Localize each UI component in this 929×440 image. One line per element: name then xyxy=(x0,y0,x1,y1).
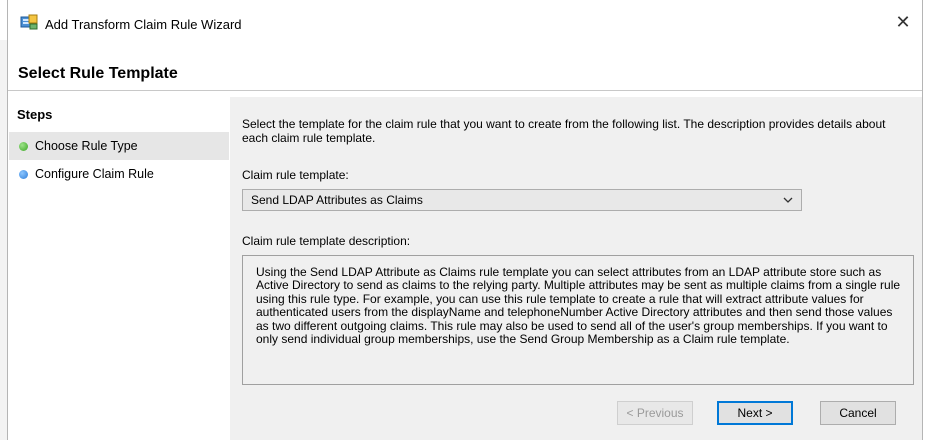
step-choose-rule-type[interactable]: Choose Rule Type xyxy=(9,132,229,160)
previous-button[interactable]: < Previous xyxy=(617,401,693,425)
server-network-icon xyxy=(20,14,38,30)
close-button[interactable]: ✕ xyxy=(888,8,918,36)
template-label: Claim rule template: xyxy=(242,168,349,182)
description-text: Using the Send LDAP Attribute as Claims … xyxy=(256,265,901,347)
page-title: Select Rule Template xyxy=(18,65,178,82)
step-label: Choose Rule Type xyxy=(35,139,138,153)
steps-heading: Steps xyxy=(17,107,53,122)
claim-rule-template-select[interactable]: Send LDAP Attributes as Claims xyxy=(242,189,802,211)
main-content: Select the template for the claim rule t… xyxy=(230,97,922,440)
status-dot-icon xyxy=(19,169,28,179)
wizard-dialog: Add Transform Claim Rule Wizard ✕ Select… xyxy=(7,0,923,440)
title-bar[interactable]: Add Transform Claim Rule Wizard ✕ xyxy=(8,0,922,40)
description-label: Claim rule template description: xyxy=(242,234,411,248)
chevron-down-icon xyxy=(783,197,793,203)
description-box: Using the Send LDAP Attribute as Claims … xyxy=(242,255,914,385)
close-icon: ✕ xyxy=(895,12,911,32)
template-selected-value: Send LDAP Attributes as Claims xyxy=(251,193,423,207)
cancel-button[interactable]: Cancel xyxy=(820,401,896,425)
next-button[interactable]: Next > xyxy=(717,401,793,425)
desktop-strip xyxy=(0,40,7,440)
step-label: Configure Claim Rule xyxy=(35,167,154,181)
page-header: Select Rule Template xyxy=(8,40,922,91)
intro-text: Select the template for the claim rule t… xyxy=(242,117,886,145)
status-dot-icon xyxy=(19,141,28,151)
window-title: Add Transform Claim Rule Wizard xyxy=(45,17,242,32)
step-configure-claim-rule[interactable]: Configure Claim Rule xyxy=(9,160,229,188)
steps-sidebar: Steps Choose Rule Type Configure Claim R… xyxy=(8,97,229,440)
